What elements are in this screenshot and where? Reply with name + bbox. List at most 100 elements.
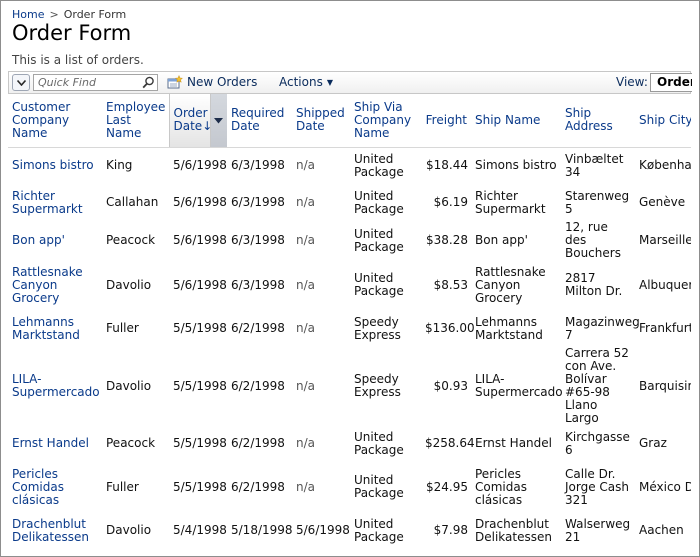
customer-name-link[interactable]: Simons bistro bbox=[8, 147, 102, 184]
ship-address-cell: Magazinweg 7 bbox=[565, 314, 640, 342]
shipped-date-cell: n/a bbox=[296, 436, 316, 450]
orders-table: Customer Company Name Employee Last Name… bbox=[8, 94, 691, 549]
grid-body: Simons bistro King 5/6/1998 6/3/1998 n/a Unit… bbox=[8, 147, 691, 549]
view-label: View: bbox=[616, 75, 648, 89]
table-row[interactable]: Richter Supermarkt Callahan 5/6/1998 6/3/19… bbox=[8, 184, 691, 221]
order-date-filter-dropdown[interactable] bbox=[210, 94, 227, 148]
ship-address-cell: Calle Dr. Jorge Cash 321 bbox=[565, 466, 630, 507]
customer-name-link[interactable]: Ernst Handel bbox=[8, 425, 102, 462]
employee-cell: Davolio bbox=[106, 378, 152, 393]
table-row[interactable]: Lehmanns Marktstand Fuller 5/5/1998 6/2/199… bbox=[8, 310, 691, 347]
customer-name-link[interactable]: Bon app' bbox=[8, 221, 102, 260]
ship-city-cell: Graz bbox=[639, 436, 667, 450]
required-date-cell: 6/3/1998 bbox=[231, 158, 285, 173]
ship-city-cell: Frankfurt a.M. bbox=[639, 321, 691, 335]
employee-cell: Fuller bbox=[106, 479, 139, 494]
table-row[interactable]: Bon app' Peacock 5/6/1998 6/3/1998 n/a United… bbox=[8, 221, 691, 260]
shipped-date-cell: n/a bbox=[296, 321, 316, 335]
column-header-ship-name[interactable]: Ship Name bbox=[471, 94, 561, 148]
order-date-cell: 5/5/1998 bbox=[173, 321, 227, 335]
ship-city-cell: Aachen bbox=[639, 523, 684, 537]
required-date-cell: 5/18/1998 bbox=[231, 523, 293, 537]
view-selector[interactable]: Orders bbox=[650, 73, 692, 92]
shipped-date-cell: n/a bbox=[296, 195, 316, 209]
shipped-date-cell: n/a bbox=[296, 479, 316, 494]
table-row[interactable]: LILA-Supermercado Davolio 5/5/1998 6/2/1998… bbox=[8, 347, 691, 425]
column-header-ship-city[interactable]: Ship City bbox=[635, 94, 691, 148]
ship-name-cell: Pericles Comidas clásicas bbox=[475, 466, 527, 507]
view-options-button[interactable] bbox=[12, 74, 30, 91]
freight-cell: $18.44 bbox=[426, 158, 468, 173]
required-date-cell: 6/3/1998 bbox=[231, 277, 285, 292]
page-description: This is a list of orders. bbox=[12, 53, 144, 67]
column-header-ship-address[interactable]: Ship Address bbox=[561, 94, 635, 148]
column-header-shipped-date[interactable]: Shipped Date bbox=[292, 94, 350, 148]
table-row[interactable]: Pericles Comidas clásicas Fuller 5/5/1998 6… bbox=[8, 462, 691, 512]
required-date-cell: 6/3/1998 bbox=[231, 233, 285, 247]
ship-address-cell: Starenweg 5 bbox=[565, 188, 630, 216]
freight-cell: $6.19 bbox=[433, 195, 468, 209]
breadcrumb-separator: > bbox=[49, 8, 59, 21]
table-row[interactable]: Drachenblut Delikatessen Davolio 5/4/1998 5… bbox=[8, 512, 691, 549]
employee-cell: King bbox=[106, 158, 133, 173]
ship-city-cell: København bbox=[639, 158, 691, 173]
customer-name-link[interactable]: LILA-Supermercado bbox=[8, 347, 102, 425]
column-header-order-date[interactable]: Order Date↓ bbox=[168, 94, 213, 148]
customer-name-link[interactable]: Richter Supermarkt bbox=[8, 184, 102, 221]
column-header-employee[interactable]: Employee Last Name bbox=[102, 94, 169, 148]
shipped-date-cell: n/a bbox=[296, 277, 316, 292]
ship-address-cell: Kirchgasse 6 bbox=[565, 429, 630, 457]
required-date-cell: 6/3/1998 bbox=[231, 195, 285, 209]
column-header-required-date[interactable]: Required Date bbox=[227, 94, 292, 148]
header-row: Customer Company Name Employee Last Name… bbox=[8, 94, 691, 148]
ship-address-cell: Walserweg 21 bbox=[565, 516, 631, 544]
shipped-date-cell: n/a bbox=[296, 233, 316, 247]
ship-via-cell: Speedy Express bbox=[354, 314, 401, 342]
customer-name-link[interactable]: Rattlesnake Canyon Grocery bbox=[8, 260, 102, 310]
freight-cell: $38.28 bbox=[426, 233, 468, 247]
employee-cell: Fuller bbox=[106, 321, 139, 335]
page-title: Order Form bbox=[12, 21, 132, 45]
freight-cell: $8.53 bbox=[433, 277, 468, 292]
order-date-cell: 5/5/1998 bbox=[173, 479, 227, 494]
employee-cell: Davolio bbox=[106, 277, 152, 292]
employee-cell: Peacock bbox=[106, 436, 156, 450]
order-date-cell: 5/6/1998 bbox=[173, 158, 227, 173]
quick-find-box bbox=[33, 74, 158, 91]
actions-menu-button[interactable]: Actions ▼ bbox=[279, 75, 333, 89]
ship-via-cell: United Package bbox=[354, 473, 404, 500]
freight-cell: $7.98 bbox=[433, 523, 468, 537]
ship-name-cell: LILA-Supermercado bbox=[475, 372, 563, 399]
ship-name-cell: Lehmanns Marktstand bbox=[475, 314, 543, 342]
quick-find-input[interactable] bbox=[36, 75, 136, 90]
table-row[interactable]: Rattlesnake Canyon Grocery Davolio 5/6/199… bbox=[8, 260, 691, 310]
customer-name-link[interactable]: Lehmanns Marktstand bbox=[8, 310, 102, 347]
column-header-freight[interactable]: Freight bbox=[421, 94, 471, 148]
caret-down-icon: ▼ bbox=[326, 78, 333, 87]
required-date-cell: 6/2/1998 bbox=[231, 378, 285, 393]
order-date-cell: 5/4/1998 bbox=[173, 523, 227, 537]
app-frame: Home > Order Form Order Form This is a lis… bbox=[0, 0, 700, 557]
customer-name-link[interactable]: Drachenblut Delikatessen bbox=[8, 512, 102, 549]
table-row[interactable]: Simons bistro King 5/6/1998 6/3/1998 n/a Unit… bbox=[8, 147, 691, 184]
ship-city-cell: Marseille bbox=[639, 233, 691, 247]
column-header-customer[interactable]: Customer Company Name bbox=[8, 94, 102, 148]
order-date-cell: 5/6/1998 bbox=[173, 233, 227, 247]
chevron-down-icon bbox=[17, 80, 26, 86]
required-date-cell: 6/2/1998 bbox=[231, 479, 285, 494]
required-date-cell: 6/2/1998 bbox=[231, 436, 285, 450]
sort-descending-icon: ↓ bbox=[202, 119, 213, 134]
new-orders-button[interactable]: New Orders bbox=[167, 74, 257, 89]
breadcrumb: Home > Order Form bbox=[12, 8, 126, 21]
new-record-icon bbox=[167, 74, 184, 89]
ship-address-cell: 12, rue des Bouchers bbox=[565, 220, 621, 260]
orders-grid: Customer Company Name Employee Last Name… bbox=[8, 94, 691, 556]
column-header-ship-via[interactable]: Ship Via Company Name bbox=[350, 94, 421, 148]
breadcrumb-home-link[interactable]: Home bbox=[12, 8, 44, 21]
customer-name-link[interactable]: Pericles Comidas clásicas bbox=[8, 462, 102, 512]
ship-city-cell: Genève bbox=[639, 195, 686, 209]
table-row[interactable]: Ernst Handel Peacock 5/5/1998 6/2/1998 n/a Un… bbox=[8, 425, 691, 462]
grid-toolbar: New Orders Actions▼ View: Orders bbox=[8, 71, 692, 94]
freight-cell: $0.93 bbox=[433, 378, 468, 393]
search-icon[interactable] bbox=[142, 76, 155, 92]
